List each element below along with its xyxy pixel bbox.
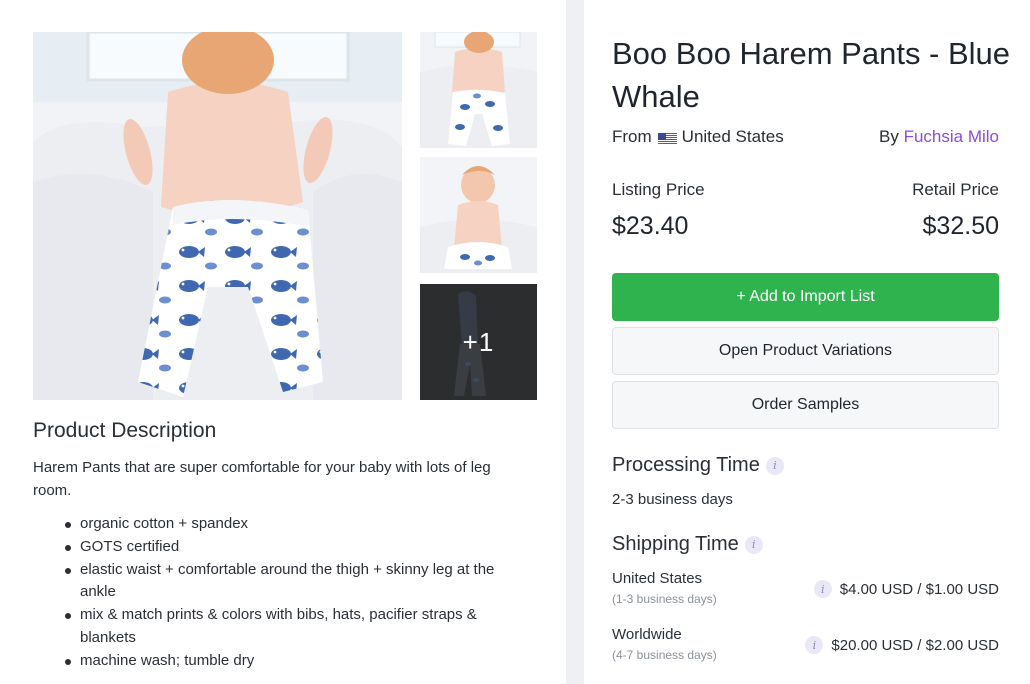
feature-item: organic cotton + spandex [48,513,528,536]
from-label: From [612,127,652,146]
shipping-cost-value: $4.00 USD / $1.00 USD [839,580,999,598]
thumbnail-image-1[interactable] [420,32,537,148]
product-info-panel: Boo Boo Harem Pants - Blue Whale From Un… [584,0,1030,684]
info-icon[interactable]: i [805,636,824,654]
shipping-time-title: Shipping Time i [612,533,763,556]
more-images-count: +1 [462,326,495,357]
shipping-destination: Worldwide [612,626,682,643]
feature-item: GOTS certified [48,536,528,559]
product-vendor: By Fuchsia Milo [879,127,999,147]
origin-country: United States [681,127,784,146]
feature-item: mix & match prints & colors with bibs, h… [48,604,528,650]
info-icon[interactable]: i [813,580,832,598]
listing-price-label: Listing Price [612,180,705,199]
product-description-title: Product Description [33,419,217,442]
order-samples-button[interactable]: Order Samples [612,381,999,429]
vendor-link[interactable]: Fuchsia Milo [904,127,999,146]
add-to-import-list-button[interactable]: + Add to Import List [612,273,999,321]
shipping-days: (1-3 business days) [612,592,717,606]
processing-time-label: Processing Time [612,454,760,476]
open-product-variations-button[interactable]: Open Product Variations [612,327,999,375]
shipping-days: (4-7 business days) [612,648,717,662]
retail-price-value: $32.50 [922,212,999,240]
shipping-cost: i $20.00 USD / $2.00 USD [805,636,999,654]
by-label: By [879,127,899,146]
product-features-list: organic cotton + spandex GOTS certified … [48,513,528,673]
product-origin: From United States [612,127,784,147]
shipping-cost-value: $20.00 USD / $2.00 USD [831,636,999,654]
shipping-cost: i $4.00 USD / $1.00 USD [813,580,999,598]
listing-price-value: $23.40 [612,212,689,240]
processing-time-title: Processing Time i [612,454,784,477]
retail-price-label: Retail Price [912,180,999,199]
processing-time-value: 2-3 business days [612,491,733,508]
feature-item: machine wash; tumble dry [48,650,528,673]
shipping-row: United States (1-3 business days) i $4.0… [612,570,999,610]
product-title: Boo Boo Harem Pants - Blue Whale [612,36,1011,114]
shipping-time-label: Shipping Time [612,533,739,555]
product-gallery-panel: +1 Product Description Harem Pants that … [0,0,566,684]
shipping-destination: United States [612,570,703,587]
us-flag-icon [657,131,677,144]
main-product-image[interactable] [33,32,402,400]
info-icon[interactable]: i [765,456,784,475]
shipping-row: Worldwide (4-7 business days) i $20.00 U… [612,626,999,666]
info-icon[interactable]: i [744,535,763,554]
thumbnail-image-2[interactable] [420,157,537,273]
thumbnail-more-images[interactable]: +1 [420,284,537,400]
feature-item: elastic waist + comfortable around the t… [48,559,528,605]
product-description-text: Harem Pants that are super comfortable f… [33,459,491,499]
